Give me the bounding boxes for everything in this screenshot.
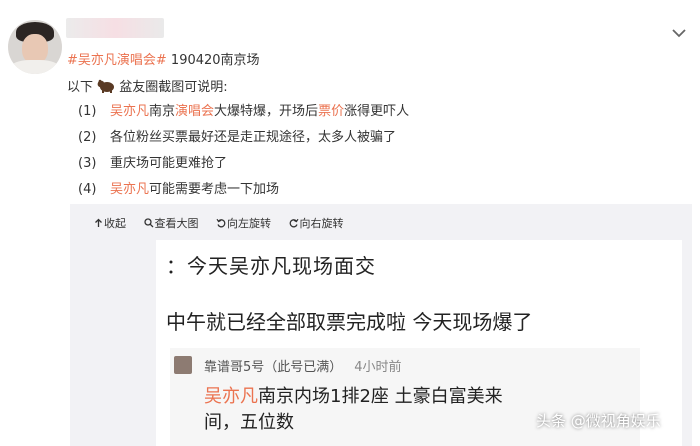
list-item-text: 大爆特爆，开场后 — [214, 104, 319, 119]
reply-highlight: 吴亦凡 — [204, 386, 258, 407]
list-item-number: (1) — [78, 104, 97, 119]
reply-time: 4小时前 — [354, 360, 402, 375]
username-blurred[interactable] — [66, 18, 164, 38]
magnify-icon — [143, 218, 153, 228]
highlighted-keyword[interactable]: 票价 — [318, 104, 344, 119]
screenshot-title: ：今天吴亦凡现场面交 — [166, 254, 376, 278]
list-item-text: 各位粉丝买票最好还是走正规途径，太多人被骗了 — [110, 130, 397, 145]
topic-hashtag-link[interactable]: #吴亦凡演唱会# — [67, 53, 167, 68]
collapse-button[interactable]: 收起 — [94, 217, 126, 230]
post-intro: 以下 盆友圈截图可说明: — [67, 76, 228, 95]
rotate-left-button[interactable]: 向左旋转 — [216, 217, 271, 230]
arrow-up-icon — [95, 218, 102, 227]
avatar[interactable] — [8, 20, 62, 74]
reply-avatar — [174, 356, 192, 374]
screenshot-body: 中午就已经全部取票完成啦 今天现场爆了 — [166, 310, 533, 334]
list-item-text: 南京 — [149, 104, 176, 119]
watermark: 头条 @微视角娱乐 — [536, 412, 661, 430]
intro-after: 盆友圈截图可说明: — [119, 80, 228, 95]
reply-user: 靠谱哥5号（此号已满） — [204, 360, 343, 375]
highlighted-keyword[interactable]: 演唱会 — [175, 104, 214, 119]
post-list: (1) 吴亦凡南京演唱会大爆特爆，开场后票价涨得更吓人 (2) 各位粉丝买票最好还是走… — [78, 99, 409, 203]
highlighted-keyword[interactable]: 吴亦凡 — [110, 182, 149, 197]
rotate-right-label: 向右旋转 — [299, 217, 344, 230]
list-item: (3) 重庆场可能更难抢了 — [78, 151, 409, 177]
list-item-number: (2) — [78, 130, 97, 145]
list-item-number: (3) — [78, 156, 97, 171]
reply-text: 吴亦凡南京内场1排2座 土豪白富美来间，五位数 — [204, 384, 504, 436]
rotate-left-icon — [216, 218, 226, 228]
bear-emoji-icon — [97, 79, 115, 93]
view-large-button[interactable]: 查看大图 — [143, 217, 199, 230]
chevron-down-icon[interactable] — [670, 24, 688, 42]
rotate-right-button[interactable]: 向右旋转 — [289, 217, 344, 230]
collapse-label: 收起 — [104, 217, 126, 230]
list-item: (1) 吴亦凡南京演唱会大爆特爆，开场后票价涨得更吓人 — [78, 99, 409, 125]
list-item: (2) 各位粉丝买票最好还是走正规途径，太多人被骗了 — [78, 125, 409, 151]
list-item-text: 重庆场可能更难抢了 — [110, 156, 228, 171]
view-large-label: 查看大图 — [154, 217, 199, 230]
image-toolbar: 收起 查看大图 向左旋转 向右旋转 — [94, 215, 358, 231]
list-item-number: (4) — [78, 182, 97, 197]
screenshot-reply: 靠谱哥5号（此号已满） 4小时前 吴亦凡南京内场1排2座 土豪白富美来间，五位数 — [170, 348, 640, 446]
list-item-text: 可能需要考虑一下加场 — [149, 182, 280, 197]
reply-meta: 靠谱哥5号（此号已满） 4小时前 — [204, 356, 402, 375]
highlighted-keyword[interactable]: 吴亦凡 — [110, 104, 149, 119]
avatar-shirt — [10, 60, 60, 74]
list-item-text: 涨得更吓人 — [344, 104, 410, 119]
topic-suffix: 190420南京场 — [166, 53, 260, 68]
intro-before: 以下 — [67, 80, 94, 95]
post-topic-line: #吴亦凡演唱会# 190420南京场 — [67, 49, 260, 68]
list-item: (4) 吴亦凡可能需要考虑一下加场 — [78, 177, 409, 203]
rotate-right-icon — [289, 218, 298, 228]
rotate-left-label: 向左旋转 — [227, 217, 271, 230]
